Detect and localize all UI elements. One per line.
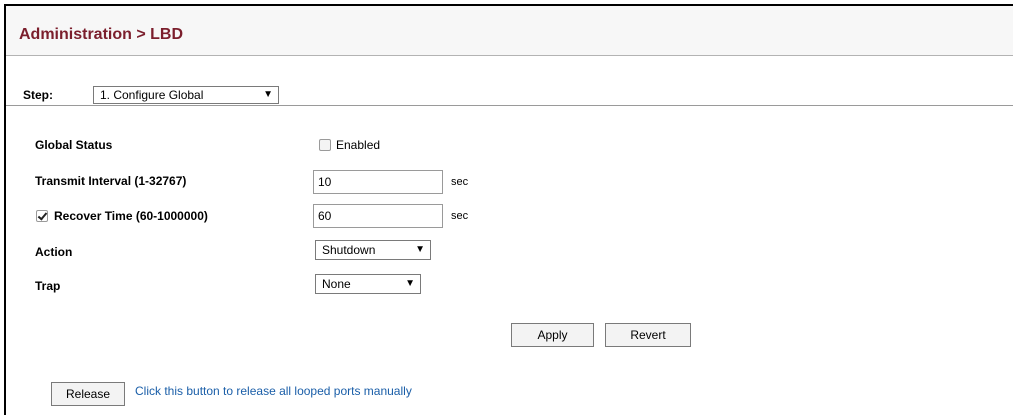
trap-select-value: None <box>322 277 351 291</box>
step-row: Step: 1. Configure Global ▼ <box>6 61 1013 106</box>
chevron-down-icon: ▼ <box>405 278 415 289</box>
recover-time-unit: sec <box>451 210 469 222</box>
step-label: Step: <box>23 88 53 102</box>
release-button[interactable]: Release <box>51 382 125 406</box>
chevron-down-icon: ▼ <box>263 89 273 100</box>
global-status-enabled-label: Enabled <box>336 138 381 152</box>
trap-select[interactable]: None ▼ <box>315 274 421 294</box>
transmit-interval-unit: sec <box>451 176 469 188</box>
apply-button[interactable]: Apply <box>511 323 594 347</box>
chevron-down-icon: ▼ <box>415 244 425 255</box>
recover-time-checkbox[interactable] <box>36 210 48 222</box>
page-title: Administration > LBD <box>19 26 184 43</box>
action-label: Action <box>35 245 73 259</box>
recover-time-label: Recover Time (60-1000000) <box>54 209 208 223</box>
action-select[interactable]: Shutdown ▼ <box>315 240 431 260</box>
title-bar: Administration > LBD <box>6 6 1013 56</box>
page-frame: Administration > LBD Step: 1. Configure … <box>4 4 1013 415</box>
recover-time-input[interactable]: 60 <box>313 204 443 228</box>
step-select[interactable]: 1. Configure Global ▼ <box>93 86 279 104</box>
release-hint-text: Click this button to release all looped … <box>135 384 412 398</box>
transmit-interval-input[interactable]: 10 <box>313 170 443 194</box>
global-status-checkbox[interactable] <box>319 139 331 151</box>
transmit-interval-label: Transmit Interval (1-32767) <box>35 174 187 188</box>
trap-label: Trap <box>35 279 61 293</box>
global-status-label: Global Status <box>35 138 113 152</box>
revert-button[interactable]: Revert <box>605 323 691 347</box>
action-select-value: Shutdown <box>322 243 376 257</box>
step-select-value: 1. Configure Global <box>100 88 204 102</box>
